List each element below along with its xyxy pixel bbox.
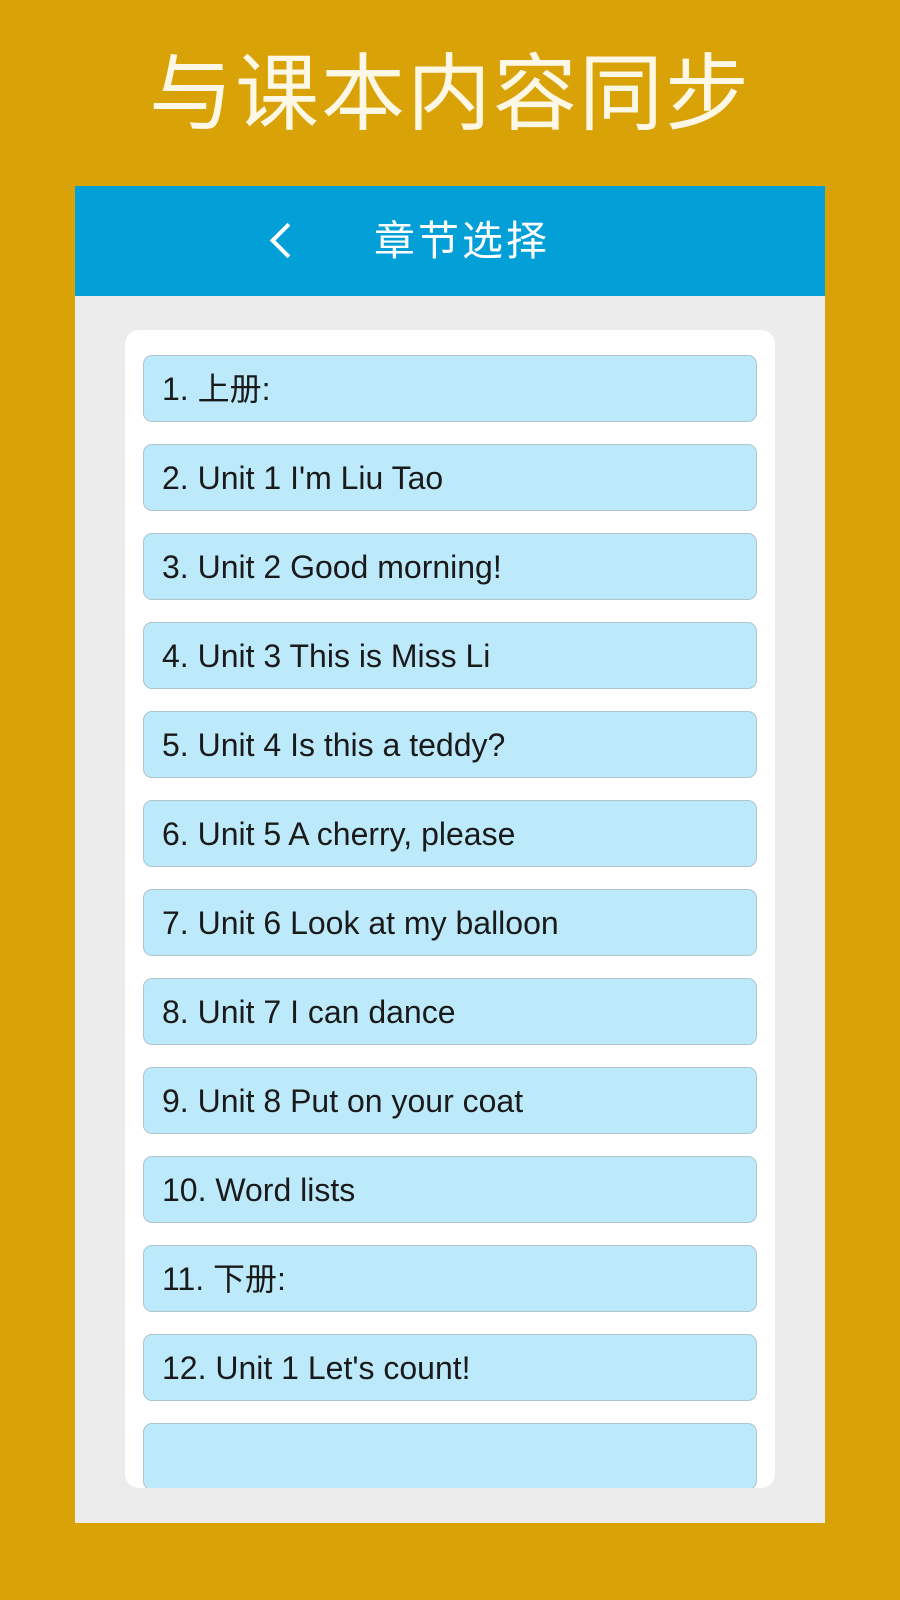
chapter-list: 1. 上册: 2. Unit 1 I'm Liu Tao 3. Unit 2 G… (125, 330, 775, 1488)
promo-headline: 与课本内容同步 (148, 47, 751, 141)
list-item[interactable]: 2. Unit 1 I'm Liu Tao (143, 444, 757, 511)
app-bar-title: 章节选择 (374, 218, 550, 264)
app-bar: 章节选择 (75, 186, 825, 296)
list-item[interactable]: 4. Unit 3 This is Miss Li (143, 622, 757, 689)
list-item-label: 9. Unit 8 Put on your coat (162, 1082, 524, 1119)
back-button[interactable] (250, 186, 312, 296)
list-item-label: 7. Unit 6 Look at my balloon (162, 904, 559, 941)
list-item-label: 3. Unit 2 Good morning! (162, 548, 502, 585)
list-item-label: 5. Unit 4 Is this a teddy? (162, 726, 506, 763)
list-item-label: 12. Unit 1 Let's count! (162, 1349, 471, 1386)
list-item-label: 4. Unit 3 This is Miss Li (162, 637, 491, 674)
list-item[interactable]: 3. Unit 2 Good morning! (143, 533, 757, 600)
list-item-label: 8. Unit 7 I can dance (162, 993, 456, 1030)
list-item[interactable]: 1. 上册: (143, 355, 757, 422)
chevron-left-icon (270, 222, 292, 260)
list-item[interactable]: 5. Unit 4 Is this a teddy? (143, 711, 757, 778)
list-item[interactable]: 10. Word lists (143, 1156, 757, 1223)
list-item[interactable]: 12. Unit 1 Let's count! (143, 1334, 757, 1401)
list-item[interactable]: 11. 下册: (143, 1245, 757, 1312)
list-item[interactable]: 8. Unit 7 I can dance (143, 978, 757, 1045)
device-frame: 章节选择 1. 上册: 2. Unit 1 I'm Liu Tao 3. Uni… (75, 186, 825, 1523)
list-item[interactable]: 9. Unit 8 Put on your coat (143, 1067, 757, 1134)
list-item[interactable]: 7. Unit 6 Look at my balloon (143, 889, 757, 956)
content-area: 1. 上册: 2. Unit 1 I'm Liu Tao 3. Unit 2 G… (75, 296, 825, 1523)
list-item[interactable]: 6. Unit 5 A cherry, please (143, 800, 757, 867)
list-item-label: 11. 下册: (162, 1260, 286, 1297)
list-item-label: 6. Unit 5 A cherry, please (162, 815, 516, 852)
list-item-label: 10. Word lists (162, 1171, 356, 1208)
list-item-label: 2. Unit 1 I'm Liu Tao (162, 459, 444, 496)
list-item[interactable] (143, 1423, 757, 1488)
list-item-label: 1. 上册: (162, 370, 271, 407)
